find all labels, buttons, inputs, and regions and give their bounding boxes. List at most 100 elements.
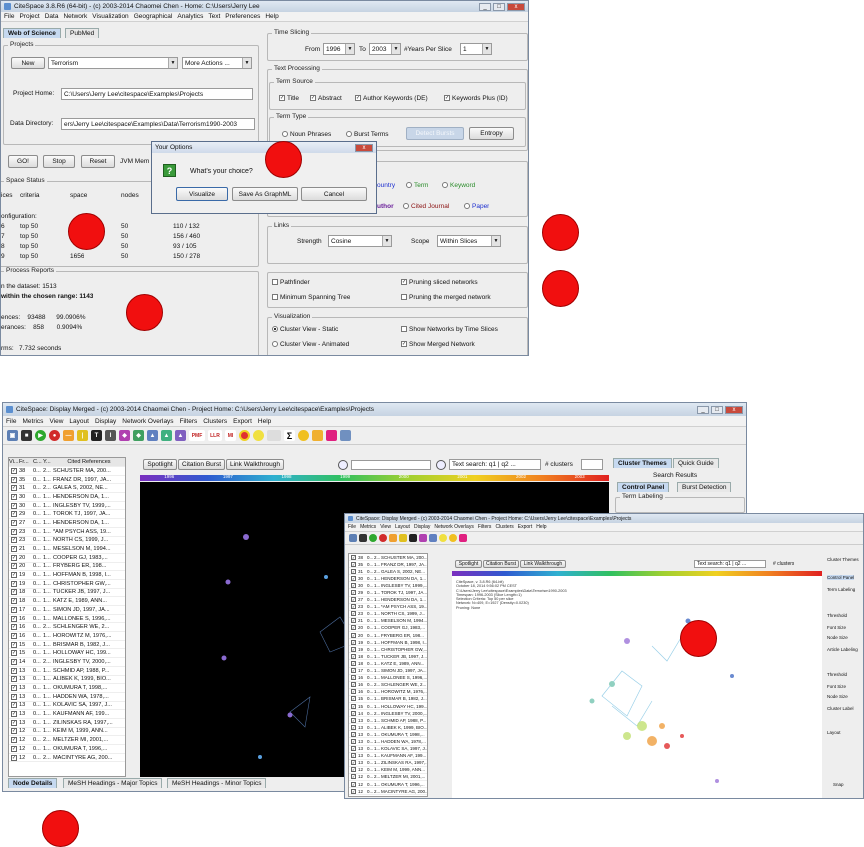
tab-mesh-major[interactable]: MeSH Headings - Major Topics	[63, 778, 163, 788]
checkbox-checked-icon[interactable]: ✓	[351, 590, 356, 596]
reset-button[interactable]: Reset	[81, 155, 115, 168]
menu-geographical[interactable]: Geographical	[134, 13, 173, 20]
col-header[interactable]: Fr...	[19, 459, 33, 465]
sun-icon[interactable]	[253, 430, 264, 441]
checkbox-checked-icon[interactable]: ✓	[351, 611, 356, 617]
table-row[interactable]: ✓ 13 0... 1... KOLAVIC SA, 1997, J...	[9, 702, 125, 711]
col-header[interactable]: Y...	[43, 459, 53, 465]
checkbox-checked-icon[interactable]: ✓	[11, 519, 17, 526]
menu-export[interactable]: Export	[518, 524, 532, 530]
node-type-author[interactable]: uthor	[377, 203, 394, 210]
table-row[interactable]: ✓ 31 0... 2... GALEA S, 2002, NE...	[9, 484, 125, 494]
visualize-button[interactable]: Visualize	[176, 187, 228, 201]
table-row[interactable]: ✓ 19 0... 1... HOFFMAN B, 1998, I...	[9, 571, 125, 580]
node-type-keyword[interactable]: Keyword	[442, 182, 475, 189]
node-type-cited-journal[interactable]: Cited Journal	[403, 203, 449, 210]
table-row[interactable]: ✓ 18 0... 1... TUCKER JB, 1997, J...	[349, 653, 427, 661]
menu-view[interactable]: View	[380, 524, 391, 530]
detect-bursts-button[interactable]: Detect Bursts	[406, 127, 464, 140]
checkbox-checked-icon[interactable]: ✓	[351, 554, 356, 560]
go-button[interactable]: GO!	[8, 155, 38, 168]
table-row[interactable]: ✓ 20 0... 1... COOPER GJ, 1983,...	[349, 625, 427, 633]
checkbox-checked-icon[interactable]: ✓	[11, 728, 17, 735]
table-row[interactable]: ✓ 13 0... 1... OKUMURA T, 1998,...	[349, 731, 427, 739]
save-icon[interactable]: ▣	[7, 430, 18, 441]
network-canvas-light[interactable]: CiteSpace, v. 3.8.R6 (64-bit) October 18…	[452, 576, 822, 798]
table-row[interactable]: ✓ 16 0... 2... SCHLENGER WE, 2...	[349, 682, 427, 689]
menu-file[interactable]: File	[4, 13, 14, 20]
checkbox-checked-icon[interactable]: ✓	[351, 760, 356, 766]
text-search-input[interactable]: Text search: q1 | q2 ...	[449, 459, 541, 470]
table-row[interactable]: ✓ 19 0... 1... HOFFMAN B, 1998, I...	[349, 639, 427, 647]
checkbox-checked-icon[interactable]: ✓	[11, 702, 17, 709]
checkbox-checked-icon[interactable]: ✓	[351, 788, 356, 794]
checkbox-checked-icon[interactable]: ✓	[11, 502, 17, 509]
tfidf-icon[interactable]	[409, 534, 417, 542]
menu-display[interactable]: Display	[414, 524, 430, 530]
tab-cluster-themes[interactable]: Cluster Themes	[613, 458, 672, 468]
checkbox-checked-icon[interactable]: ✓	[351, 710, 356, 716]
table-row[interactable]: ✓ 16 0... 1... HOROWITZ M, 1976,...	[9, 632, 125, 641]
ring-icon[interactable]	[239, 430, 250, 441]
pruning-merged-network[interactable]: Pruning the merged network	[401, 294, 491, 301]
checkbox-checked-icon[interactable]: ✓	[11, 650, 17, 657]
checkbox-checked-icon[interactable]: ✓	[351, 738, 356, 744]
pmf-icon[interactable]: PMF	[189, 430, 205, 441]
menu-text[interactable]: Text	[208, 13, 220, 20]
node-type-country[interactable]: ountry	[377, 182, 395, 189]
col-header[interactable]: C...	[33, 459, 43, 465]
term-source-abstract[interactable]: ✓ Abstract	[310, 95, 342, 102]
table-row[interactable]: ✓ 15 0... 1... BRISMAR B, 1982, J...	[9, 641, 125, 650]
menu-layout[interactable]: Layout	[69, 418, 89, 425]
search-icon[interactable]	[298, 430, 309, 441]
ti-icon[interactable]: I	[105, 430, 116, 441]
search-results-label[interactable]: Search Results	[653, 472, 697, 479]
checkbox-checked-icon[interactable]: ✓	[11, 467, 17, 474]
spotlight-button[interactable]: Spotlight	[143, 459, 177, 470]
minimize-button[interactable]: _	[479, 2, 491, 11]
table-row[interactable]: ✓ 13 0... 1... HADDEN WA, 1978,...	[9, 693, 125, 702]
menu-view[interactable]: View	[49, 418, 63, 425]
table-row[interactable]: ✓ 18 0... 1... KATZ E, 1989, ANN...	[9, 597, 125, 606]
checkbox-checked-icon[interactable]: ✓	[11, 615, 17, 622]
table-row[interactable]: ✓ 23 0... 1... NORTH CS, 1999, J...	[349, 611, 427, 618]
checkbox-checked-icon[interactable]: ✓	[11, 641, 17, 648]
bridge-icon[interactable]	[340, 430, 351, 441]
checkbox-checked-icon[interactable]: ✓	[351, 696, 356, 702]
checkbox-checked-icon[interactable]: ✓	[351, 568, 356, 574]
checkbox-checked-icon[interactable]: ✓	[11, 606, 17, 613]
table-row[interactable]: ✓ 16 0... 1... HOROWITZ M, 1976,...	[349, 689, 427, 696]
citation-burst-button[interactable]: Citation Burst	[483, 560, 519, 568]
tab-mesh-minor[interactable]: MeSH Headings - Minor Topics	[167, 778, 267, 788]
cluster-icon[interactable]: ◆	[119, 430, 130, 441]
search-icon[interactable]	[449, 534, 457, 542]
table-row[interactable]: ✓ 20 0... 1... FRYBERG ER, 198...	[349, 632, 427, 640]
table-row[interactable]: ✓ 23 0... 1... *AM PSYCH ASS, 19...	[9, 528, 125, 537]
viz-show-time-slices[interactable]: Show Networks by Time Slices	[401, 326, 498, 333]
checkbox-checked-icon[interactable]: ✓	[11, 711, 17, 718]
checkbox-checked-icon[interactable]: ✓	[351, 682, 356, 688]
table-row[interactable]: ✓ 20 0... 1... COOPER GJ, 1983,...	[9, 554, 125, 563]
from-year-select[interactable]: 1996 ▼	[323, 43, 355, 55]
checkbox-checked-icon[interactable]: ✓	[351, 746, 356, 752]
checkbox-checked-icon[interactable]: ✓	[11, 580, 17, 587]
play-icon[interactable]	[369, 534, 377, 542]
menu-help[interactable]: Help	[265, 13, 278, 20]
checkbox-checked-icon[interactable]: ✓	[351, 561, 356, 567]
table-row[interactable]: ✓ 30 0... 1... INGLESBY TV, 1999,...	[9, 502, 125, 511]
table-row[interactable]: ✓ 14 0... 2... INGLESBY TV, 2000,...	[9, 658, 125, 667]
save-as-graphml-button[interactable]: Save As GraphML	[232, 187, 298, 201]
menu-data[interactable]: Data	[45, 13, 59, 20]
checkbox-checked-icon[interactable]: ✓	[11, 632, 17, 639]
checkbox-checked-icon[interactable]: ✓	[11, 754, 17, 761]
table-row[interactable]: ✓ 13 0... 1... SCHMID AP, 1988, P...	[349, 717, 427, 725]
table-row[interactable]: ✓ 13 0... 1... KAUFMANN AF, 199...	[9, 710, 125, 719]
menu-filters[interactable]: Filters	[180, 418, 198, 425]
cluster-themes-tab[interactable]: Cluster Themes	[827, 557, 859, 562]
menu-file[interactable]: File	[6, 418, 16, 425]
new-project-button[interactable]: New	[11, 57, 45, 69]
checkbox-checked-icon[interactable]: ✓	[11, 537, 17, 544]
stop-icon[interactable]: ●	[49, 430, 60, 441]
checkbox-checked-icon[interactable]: ✓	[11, 511, 17, 518]
slider[interactable]	[351, 460, 431, 470]
